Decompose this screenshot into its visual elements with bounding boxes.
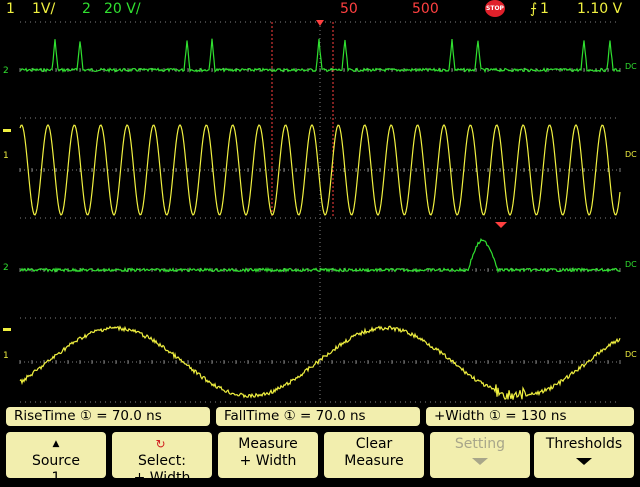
thresholds-softkey[interactable]: Thresholds <box>534 432 634 478</box>
trigger-edge-icon: ⨍ <box>530 1 538 17</box>
measurement-risetime: RiseTime ① = 70.0 ns <box>6 407 210 426</box>
time-delay: 50 <box>340 1 358 17</box>
traces <box>19 38 621 400</box>
source-icon: ① <box>79 408 92 424</box>
run-state-label: STOP <box>486 5 504 12</box>
menu-arrow-icon <box>576 458 592 465</box>
ch1-coupling-bottom: DC <box>625 350 637 359</box>
source-icon: ① <box>488 408 501 424</box>
ch2-marker-bottom: 2 <box>3 263 9 273</box>
ch1-scale: 1V/ <box>32 1 56 17</box>
trigger-level: 1.10 V <box>577 1 623 17</box>
setting-softkey[interactable]: Setting <box>430 432 530 478</box>
measurement-value: 70.0 ns <box>315 408 366 424</box>
ch1-trigger-arrow-icon-bottom <box>3 328 11 331</box>
measurement-width: +Width ① = 130 ns <box>426 407 634 426</box>
source-softkey[interactable]: ▲ Source 1 <box>6 432 106 486</box>
menu-arrow-icon <box>472 458 488 465</box>
clear-measure-softkey[interactable]: Clear Measure <box>324 432 424 478</box>
ch1-number: 1 <box>6 1 15 17</box>
waveform-display[interactable]: 2 DC 1 DC 2 DC 1 DC <box>0 18 640 404</box>
measurement-falltime: FallTime ① = 70.0 ns <box>216 407 420 426</box>
ch2-scale: 20 V/ <box>104 1 141 17</box>
source-value: 1 <box>51 470 61 486</box>
measurement-label: +Width <box>434 408 485 424</box>
ch2-coupling-bottom: DC <box>625 260 637 269</box>
trigger-source: 1 <box>540 1 549 17</box>
caret-up-icon: ▲ <box>52 439 60 449</box>
ch2-coupling-top: DC <box>625 62 637 71</box>
select-softkey[interactable]: ↻ Select: + Width <box>112 432 212 486</box>
ch2-number: 2 <box>82 1 91 17</box>
trigger-position-icon <box>316 20 324 26</box>
entry-knob-icon: ↻ <box>155 437 166 451</box>
graticule <box>19 21 621 403</box>
ch2-marker-top: 2 <box>3 66 9 76</box>
ch1-marker-top: 1 <box>3 151 9 161</box>
time-scale: 500 <box>412 1 439 17</box>
ch1-marker-bottom: 1 <box>3 351 9 361</box>
measurement-label: RiseTime <box>14 408 76 424</box>
measurement-value: 70.0 ns <box>111 408 162 424</box>
measure-softkey[interactable]: Measure + Width <box>218 432 318 478</box>
stop-icon: STOP <box>485 0 505 17</box>
select-value: + Width <box>133 470 191 486</box>
status-bar: 1 1V/ 2 20 V/ 50 500 STOP ⨍ 1 1.10 V <box>0 0 640 18</box>
ch1-trigger-arrow-icon <box>3 129 11 132</box>
zoom-window-marker-icon <box>495 222 507 228</box>
measurement-label: FallTime <box>224 408 280 424</box>
ch1-coupling-top: DC <box>625 150 637 159</box>
measurement-value: 130 ns <box>520 408 567 424</box>
source-icon: ① <box>283 408 296 424</box>
